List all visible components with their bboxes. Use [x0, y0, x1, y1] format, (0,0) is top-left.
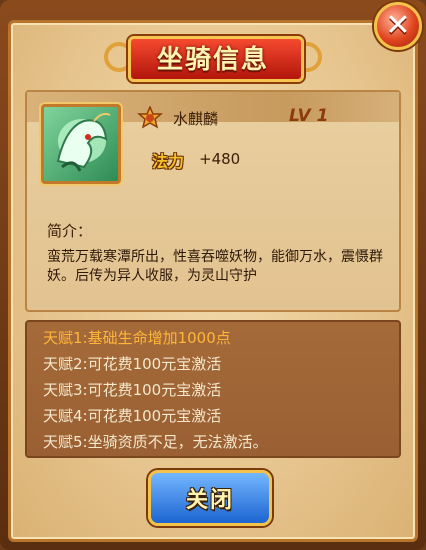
- close-button[interactable]: ✕: [374, 2, 422, 50]
- close-icon: ✕: [385, 8, 411, 43]
- rank-emblem-icon: [137, 106, 163, 129]
- talent-item: 天赋1:基础生命增加1000点: [43, 329, 231, 347]
- talent-item: 天赋4:可花费100元宝激活: [43, 407, 222, 425]
- stat-label: 法力: [152, 152, 185, 171]
- talent-item: 天赋5:坐骑资质不足，无法激活。: [43, 433, 268, 451]
- dialog-frame: 坐骑信息 ✕ 水麒麟 LV 1 法力 +480 简介： 蛮荒万载寒潭所出，性喜吞…: [0, 0, 426, 550]
- close-dialog-label: 关闭: [185, 488, 234, 513]
- mount-description: 蛮荒万载寒潭所出，性喜吞噬妖物，能御万水，震慑群妖。后传为异人收服，为灵山守护: [47, 249, 383, 284]
- talent-item: 天赋2:可花费100元宝激活: [43, 355, 222, 373]
- title-banner: 坐骑信息: [100, 34, 326, 82]
- green-dragon-icon: [56, 112, 111, 172]
- mount-info-panel: 水麒麟 LV 1 法力 +480 简介： 蛮荒万载寒潭所出，性喜吞噬妖物，能御万…: [25, 90, 401, 312]
- mount-portrait: [41, 104, 121, 184]
- mount-level: LV 1: [289, 106, 329, 126]
- stat-value: +480: [199, 150, 241, 168]
- dialog-title: 坐骑信息: [156, 44, 269, 75]
- close-dialog-button[interactable]: 关闭: [148, 470, 272, 526]
- talent-list: 天赋1:基础生命增加1000点 天赋2:可花费100元宝激活 天赋3:可花费10…: [25, 320, 401, 458]
- talent-item: 天赋3:可花费100元宝激活: [43, 381, 222, 399]
- mount-name: 水麒麟: [173, 110, 219, 128]
- intro-label: 简介：: [47, 222, 93, 240]
